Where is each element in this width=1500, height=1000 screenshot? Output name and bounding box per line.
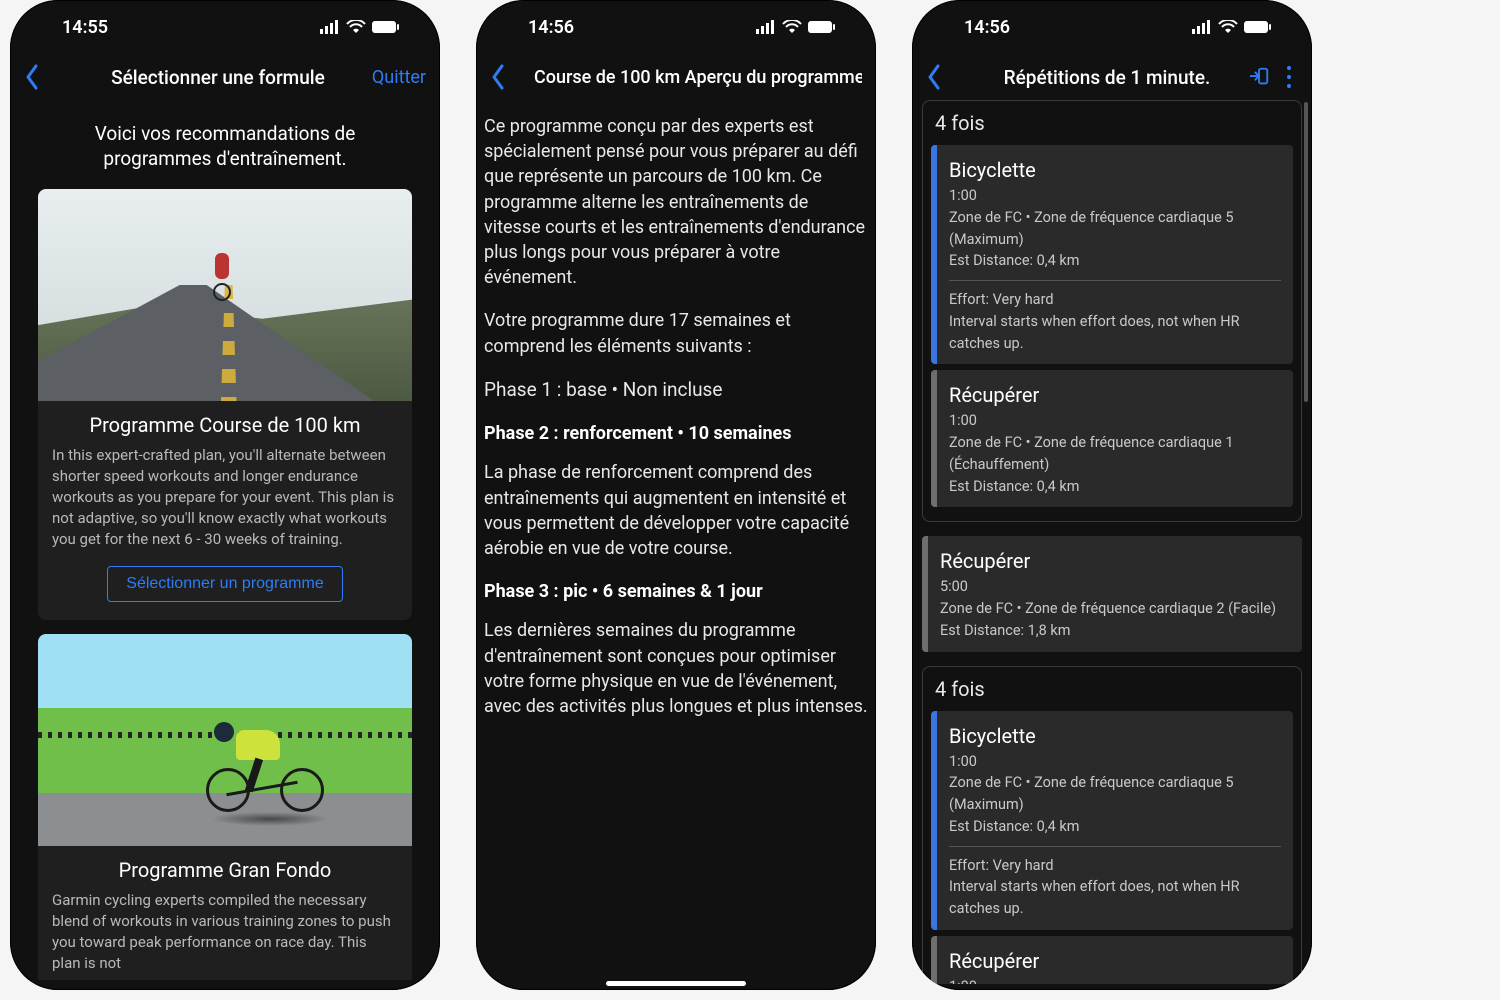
step-distance: Est Distance: 0,4 km <box>949 816 1281 838</box>
wifi-icon <box>346 20 366 34</box>
phase-3-heading: Phase 3 : pic • 6 semaines & 1 jour <box>484 579 868 604</box>
repeat-group: 4 fois Bicyclette 1:00 Zone de FC • Zone… <box>922 666 1302 985</box>
repeat-group: 4 fois Bicyclette 1:00 Zone de FC • Zone… <box>922 100 1302 522</box>
step-zone: Zone de FC • Zone de fréquence cardiaque… <box>949 207 1281 251</box>
phase-2-heading: Phase 2 : renforcement • 10 semaines <box>484 421 868 446</box>
cellular-icon <box>756 20 776 34</box>
step-note: Interval starts when effort does, not wh… <box>949 876 1281 920</box>
status-time: 14:56 <box>964 17 1010 38</box>
overview-text: Ce programme conçu par des experts est s… <box>476 100 876 980</box>
send-to-device-icon[interactable] <box>1248 66 1270 88</box>
overview-p3: La phase de renforcement comprend des en… <box>484 460 868 561</box>
step-duration: 1:00 <box>949 185 1281 207</box>
step-duration: 1:00 <box>949 410 1281 432</box>
back-icon[interactable] <box>24 63 40 91</box>
battery-icon <box>808 20 836 34</box>
status-time: 14:56 <box>528 17 574 38</box>
step-name: Bicyclette <box>949 155 1281 185</box>
step-distance: Est Distance: 1,8 km <box>940 620 1290 642</box>
step-zone: Zone de FC • Zone de fréquence cardiaque… <box>949 432 1281 476</box>
battery-icon <box>1244 20 1272 34</box>
scrollbar[interactable] <box>1304 102 1308 402</box>
status-bar: 14:56 <box>912 0 1312 54</box>
nav-title: Course de 100 km Aperçu du programme <box>530 67 862 88</box>
wifi-icon <box>782 20 802 34</box>
nav-bar: Sélectionner une formule Quitter <box>10 54 440 100</box>
step-effort: Effort: Very hard <box>949 289 1281 311</box>
step-recuperer[interactable]: Récupérer 1:00 Zone de FC • Zone de fréq… <box>931 370 1293 507</box>
screen-select-plan: 14:55 Sélectionner une formule Quitter V… <box>10 0 440 990</box>
overview-p1: Ce programme conçu par des experts est s… <box>484 114 868 290</box>
status-right <box>320 20 400 34</box>
status-right <box>756 20 836 34</box>
status-time: 14:55 <box>62 17 108 38</box>
plan-image <box>38 634 412 846</box>
status-bar: 14:55 <box>10 0 440 54</box>
workout-steps[interactable]: 4 fois Bicyclette 1:00 Zone de FC • Zone… <box>918 100 1306 984</box>
step-duration: 1:00 <box>949 751 1281 773</box>
nav-bar: Course de 100 km Aperçu du programme <box>476 54 876 100</box>
recommendation-heading: Voici vos recommandations de programmes … <box>26 110 424 189</box>
quit-button[interactable]: Quitter <box>372 67 426 88</box>
home-indicator[interactable] <box>606 981 746 986</box>
more-icon[interactable] <box>1280 66 1298 88</box>
repeat-count-label: 4 fois <box>923 667 1301 711</box>
step-recuperer[interactable]: Récupérer 1:00 Zone de FC • Zone de fréq… <box>931 936 1293 984</box>
battery-icon <box>372 20 400 34</box>
screen-workout-detail: 14:56 Répétitions de 1 minute. <box>912 0 1312 990</box>
plan-image <box>38 189 412 401</box>
wifi-icon <box>1218 20 1238 34</box>
nav-bar: Répétitions de 1 minute. <box>912 54 1312 100</box>
step-name: Récupérer <box>949 946 1281 976</box>
status-bar: 14:56 <box>476 0 876 54</box>
step-name: Récupérer <box>949 380 1281 410</box>
repeat-count-label: 4 fois <box>923 101 1301 145</box>
step-distance: Est Distance: 0,4 km <box>949 250 1281 272</box>
plan-card-title: Programme Gran Fondo <box>52 858 398 882</box>
step-bicyclette[interactable]: Bicyclette 1:00 Zone de FC • Zone de fré… <box>931 145 1293 364</box>
plan-card-title: Programme Course de 100 km <box>52 413 398 437</box>
step-zone: Zone de FC • Zone de fréquence cardiaque… <box>949 772 1281 816</box>
phase-1-line: Phase 1 : base • Non incluse <box>484 377 868 404</box>
step-name: Bicyclette <box>949 721 1281 751</box>
content: Voici vos recommandations de programmes … <box>10 100 440 980</box>
screen-program-overview: 14:56 Course de 100 km Aperçu du program… <box>476 0 876 990</box>
overview-p2: Votre programme dure 17 semaines et comp… <box>484 308 868 358</box>
step-zone: Zone de FC • Zone de fréquence cardiaque… <box>940 598 1290 620</box>
step-duration: 1:00 <box>949 976 1281 984</box>
back-icon[interactable] <box>490 63 506 91</box>
step-recuperer-long[interactable]: Récupérer 5:00 Zone de FC • Zone de fréq… <box>922 536 1302 651</box>
status-right <box>1192 20 1272 34</box>
step-duration: 5:00 <box>940 576 1290 598</box>
plan-card-desc: In this expert-crafted plan, you'll alte… <box>52 445 398 550</box>
cellular-icon <box>1192 20 1212 34</box>
plan-card-desc: Garmin cycling experts compiled the nece… <box>52 890 398 974</box>
step-bicyclette[interactable]: Bicyclette 1:00 Zone de FC • Zone de fré… <box>931 711 1293 930</box>
overview-p4: Les dernières semaines du programme d'en… <box>484 618 868 719</box>
nav-title: Répétitions de 1 minute. <box>966 66 1248 89</box>
nav-title: Sélectionner une formule <box>64 66 372 89</box>
plan-card-granfondo[interactable]: Programme Gran Fondo Garmin cycling expe… <box>38 634 412 980</box>
step-effort: Effort: Very hard <box>949 855 1281 877</box>
plan-card-100km[interactable]: Programme Course de 100 km In this exper… <box>38 189 412 620</box>
step-note: Interval starts when effort does, not wh… <box>949 311 1281 355</box>
back-icon[interactable] <box>926 63 942 91</box>
select-plan-button[interactable]: Sélectionner un programme <box>107 566 342 602</box>
cellular-icon <box>320 20 340 34</box>
step-distance: Est Distance: 0,4 km <box>949 476 1281 498</box>
step-name: Récupérer <box>940 546 1290 576</box>
